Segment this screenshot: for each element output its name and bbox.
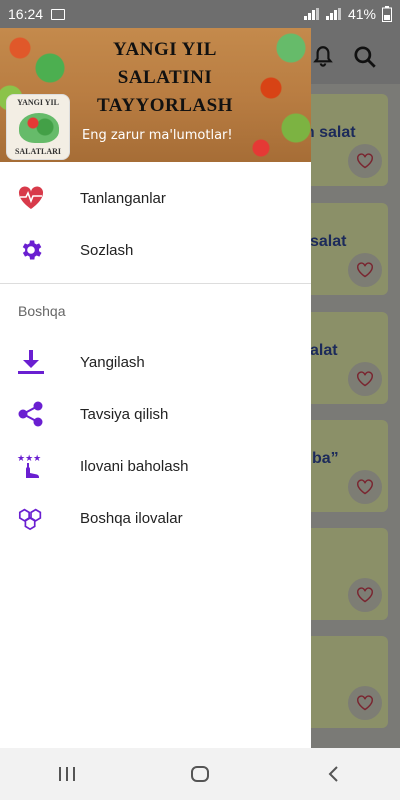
drawer-header-banner: YANGI YIL SALATINI TAYYORLASH Eng zarur …	[0, 28, 311, 162]
back-icon	[328, 766, 339, 782]
status-time: 16:24	[8, 6, 44, 22]
recent-apps-button[interactable]	[37, 754, 97, 794]
signal-icon-2	[325, 8, 341, 20]
banner-title-line: TAYYORLASH	[97, 95, 233, 116]
heart-pulse-icon	[17, 185, 45, 211]
heart-outline-icon	[357, 479, 373, 495]
home-icon	[190, 766, 209, 782]
salad-bowl-icon	[19, 113, 59, 143]
menu-item-label: Boshqa ilovalar	[80, 509, 183, 527]
home-button[interactable]	[170, 754, 230, 794]
card-title: salat	[310, 233, 347, 250]
menu-item-update[interactable]: Yangilash	[0, 336, 311, 388]
recent-apps-icon	[58, 767, 75, 781]
menu-item-label: Yangilash	[80, 353, 145, 371]
banner-title-line: SALATINI	[117, 67, 213, 88]
hexagons-icon	[17, 505, 45, 531]
navigation-drawer: YANGI YIL SALATINI TAYYORLASH Eng zarur …	[0, 28, 311, 748]
banner-title-line: YANGI YIL	[113, 39, 217, 60]
menu-item-label: Tavsiya qilish	[80, 405, 169, 423]
download-icon	[17, 349, 45, 375]
heart-outline-icon	[357, 153, 373, 169]
app-logo: YANGI YIL SALATLARI	[6, 94, 70, 160]
favorite-button[interactable]	[348, 253, 382, 287]
heart-outline-icon	[357, 371, 373, 387]
vegetables-decoration-right	[241, 28, 311, 162]
favorite-button[interactable]	[348, 470, 382, 504]
banner-title: YANGI YIL SALATINI TAYYORLASH	[80, 36, 250, 120]
menu-item-settings[interactable]: Sozlash	[0, 224, 311, 276]
system-navigation-bar	[0, 748, 400, 800]
heart-outline-icon	[357, 262, 373, 278]
image-notification-icon	[51, 8, 66, 20]
heart-outline-icon	[357, 695, 373, 711]
battery-icon	[382, 6, 392, 22]
card-title: alat	[310, 342, 338, 359]
banner-subtitle: Eng zarur ma'lumotlar!	[82, 128, 233, 143]
section-label-other: Boshqa	[18, 303, 66, 319]
favorite-button[interactable]	[348, 578, 382, 612]
menu-item-label: Tanlanganlar	[80, 189, 166, 207]
drawer-divider	[0, 283, 311, 284]
favorite-button[interactable]	[348, 362, 382, 396]
favorite-button[interactable]	[348, 144, 382, 178]
card-title: ba”	[312, 450, 339, 467]
menu-item-share[interactable]: Tavsiya qilish	[0, 388, 311, 440]
rate-app-icon: ★★★	[17, 453, 45, 479]
battery-percent: 41%	[347, 6, 376, 22]
svg-text:★★★: ★★★	[17, 454, 41, 464]
logo-bottom-text: SALATLARI	[14, 147, 62, 156]
favorite-button[interactable]	[348, 686, 382, 720]
menu-item-other-apps[interactable]: Boshqa ilovalar	[0, 492, 311, 544]
share-icon	[17, 401, 45, 427]
search-icon[interactable]	[352, 44, 378, 70]
bell-icon[interactable]	[310, 44, 336, 70]
status-bar: 16:24 41%	[0, 0, 400, 28]
status-right: 41%	[303, 6, 392, 22]
menu-item-label: Sozlash	[80, 241, 134, 259]
menu-item-rate-app[interactable]: ★★★ Ilovani baholash	[0, 440, 311, 492]
logo-top-text: YANGI YIL	[17, 98, 59, 107]
menu-item-label: Ilovani baholash	[80, 457, 189, 475]
signal-icon-1	[303, 8, 319, 20]
heart-outline-icon	[357, 587, 373, 603]
gear-icon	[17, 237, 45, 263]
menu-item-favorites[interactable]: Tanlanganlar	[0, 172, 311, 224]
back-button[interactable]	[303, 754, 363, 794]
